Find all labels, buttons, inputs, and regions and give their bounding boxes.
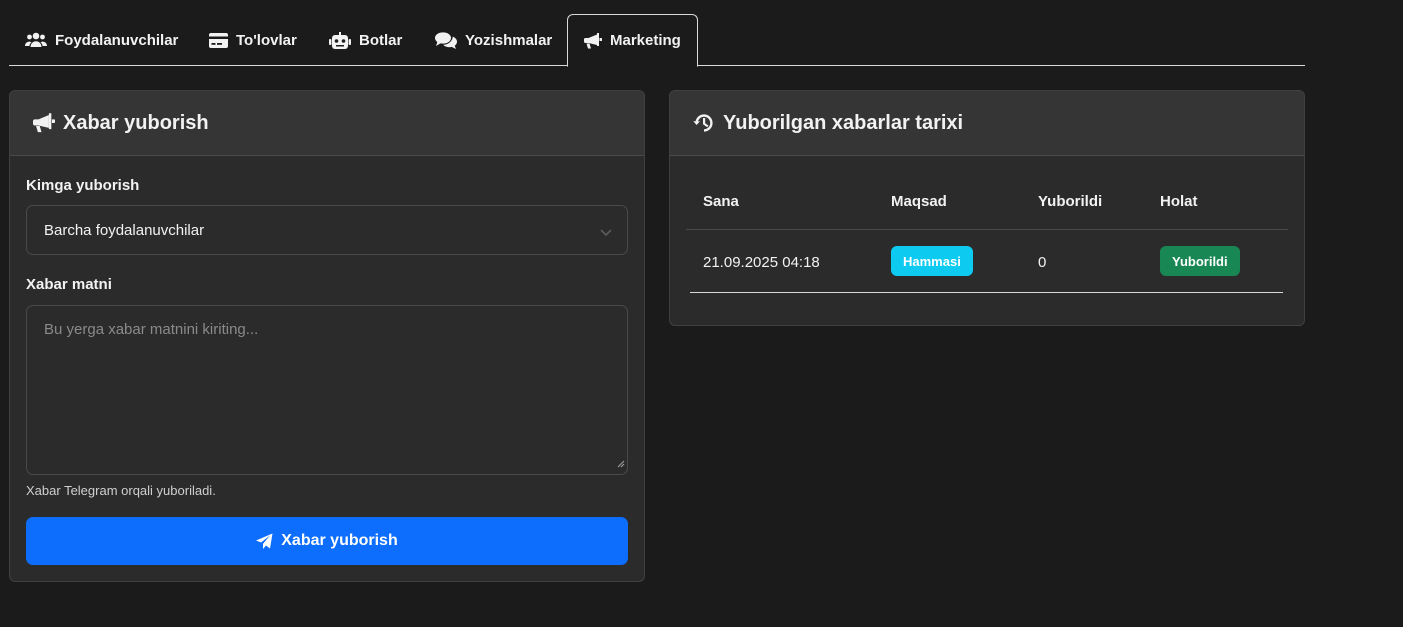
tab-label: Botlar <box>359 31 403 49</box>
table-header-divider <box>686 229 1288 230</box>
card-title: Xabar yuborish <box>63 111 209 134</box>
nav-tabs: Foydalanuvchilar To'lovlar Botlar Yozish… <box>9 14 1305 67</box>
card-header: Yuborilgan xabarlar tarixi <box>670 91 1304 156</box>
send-message-card: Xabar yuborish Kimga yuborish Barcha foy… <box>9 90 645 582</box>
recipient-value: Barcha foydalanuvchilar <box>44 221 205 239</box>
resize-grip-icon[interactable] <box>615 455 625 472</box>
tab-label: Yozishmalar <box>465 31 553 49</box>
bullhorn-icon <box>584 32 602 49</box>
tab-botlar[interactable]: Botlar <box>313 14 418 66</box>
message-hint: Xabar Telegram orqali yuboriladi. <box>26 483 216 498</box>
tab-yozishmalar[interactable]: Yozishmalar <box>419 14 568 66</box>
target-badge: Hammasi <box>891 246 973 276</box>
history-card: Yuborilgan xabarlar tarixi Sana Maqsad Y… <box>669 90 1305 326</box>
status-badge: Yuborildi <box>1160 246 1240 276</box>
chevron-down-icon <box>599 224 613 241</box>
tab-label: To'lovlar <box>236 31 297 49</box>
card-title: Yuborilgan xabarlar tarixi <box>723 111 964 134</box>
card-header: Xabar yuborish <box>10 91 644 156</box>
column-header-sent: Yuborildi <box>1038 193 1103 210</box>
tab-tolovlar[interactable]: To'lovlar <box>193 14 313 66</box>
history-icon <box>693 112 715 134</box>
robot-icon <box>329 31 351 49</box>
cell-sent: 0 <box>1038 254 1047 271</box>
paper-plane-icon <box>256 533 273 550</box>
message-textarea[interactable]: Bu yerga xabar matnini kiriting... <box>26 305 628 475</box>
message-placeholder: Bu yerga xabar matnini kiriting... <box>44 321 259 338</box>
recipient-select[interactable]: Barcha foydalanuvchilar <box>26 205 628 255</box>
cell-date: 21.09.2025 04:18 <box>703 254 820 271</box>
tab-marketing[interactable]: Marketing <box>567 14 698 67</box>
recipient-label: Kimga yuborish <box>26 177 140 194</box>
message-label: Xabar matni <box>26 276 112 293</box>
comments-icon <box>435 31 457 49</box>
send-message-button[interactable]: Xabar yuborish <box>26 517 628 565</box>
tab-foydalanuvchilar[interactable]: Foydalanuvchilar <box>9 14 194 66</box>
bullhorn-icon <box>33 113 55 133</box>
column-header-target: Maqsad <box>891 193 947 210</box>
tab-label: Foydalanuvchilar <box>55 31 179 49</box>
column-header-status: Holat <box>1160 193 1198 210</box>
table-bottom-divider <box>690 292 1283 293</box>
send-button-label: Xabar yuborish <box>281 532 398 549</box>
column-header-date: Sana <box>703 193 739 210</box>
tab-label: Marketing <box>610 32 681 49</box>
credit-card-icon <box>209 32 228 48</box>
users-icon <box>25 32 47 48</box>
